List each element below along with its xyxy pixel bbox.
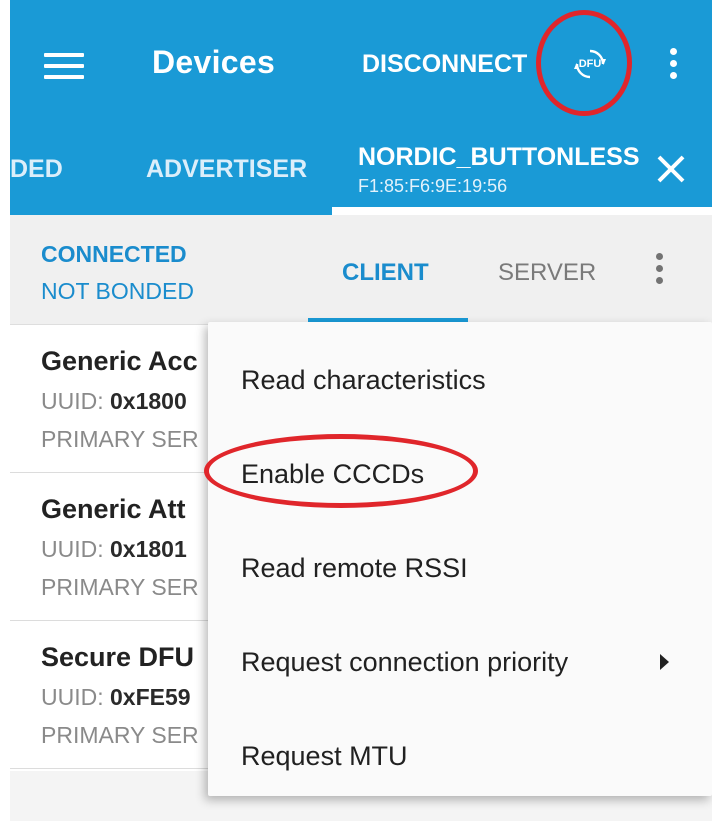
tab-device-name: NORDIC_BUTTONLESS [358, 143, 640, 171]
menu-item-request-connection-priority[interactable]: Request connection priority [208, 612, 712, 706]
tab-ded[interactable]: DED [10, 155, 63, 184]
menu-item-read-remote-rssi[interactable]: Read remote RSSI [208, 518, 712, 612]
menu-item-label: Request MTU [241, 741, 408, 771]
menu-icon[interactable] [44, 50, 84, 80]
service-name: Secure DFU [41, 642, 195, 672]
page-title: Devices [152, 44, 276, 80]
menu-icon-line [44, 53, 84, 57]
menu-icon-line [44, 75, 84, 79]
close-tab-icon[interactable] [654, 152, 688, 186]
service-type: PRIMARY SER [41, 722, 199, 748]
app-bar: Devices DISCONNECT DFU DED ADVERTISER NO… [10, 0, 712, 215]
more-options-icon[interactable] [669, 48, 679, 84]
connection-bar: CONNECTED NOT BONDED CLIENT SERVER [10, 215, 712, 325]
tab-device-address: F1:85:F6:9E:19:56 [358, 176, 508, 196]
menu-icon-line [44, 64, 84, 68]
menu-item-label: Read remote RSSI [241, 553, 468, 583]
uuid-value: 0x1801 [110, 536, 187, 562]
service-uuid: UUID: 0x1800 [41, 388, 187, 415]
dfu-button[interactable]: DFU [558, 33, 622, 97]
menu-item-label: Enable CCCDs [241, 459, 425, 489]
list-item[interactable]: Generic Att UUID: 0x1801 PRIMARY SER [10, 474, 209, 621]
tab-server[interactable]: SERVER [498, 259, 596, 287]
menu-item-label: Request connection priority [241, 647, 569, 677]
options-menu: Read characteristics Enable CCCDs Read r… [208, 322, 712, 796]
service-type: PRIMARY SER [41, 426, 199, 452]
tab-advertiser[interactable]: ADVERTISER [146, 155, 307, 184]
uuid-label: UUID: [41, 684, 104, 710]
dfu-icon: DFU [573, 47, 607, 81]
service-name: Generic Acc [41, 346, 198, 376]
uuid-label: UUID: [41, 536, 104, 562]
uuid-value: 0x1800 [110, 388, 187, 414]
list-item[interactable]: Secure DFU UUID: 0xFE59 PRIMARY SER [10, 622, 209, 769]
menu-item-request-mtu[interactable]: Request MTU [208, 706, 712, 800]
service-list: Generic Acc UUID: 0x1800 PRIMARY SER Gen… [10, 326, 210, 771]
uuid-value: 0xFE59 [110, 684, 191, 710]
list-item[interactable]: Generic Acc UUID: 0x1800 PRIMARY SER [10, 326, 209, 473]
menu-item-read-characteristics[interactable]: Read characteristics [208, 330, 712, 424]
toolbar: Devices DISCONNECT DFU [10, 0, 712, 135]
uuid-label: UUID: [41, 388, 104, 414]
tab-nordic-buttonless[interactable]: NORDIC_BUTTONLESS F1:85:F6:9E:19:56 [358, 143, 640, 197]
bond-status: NOT BONDED [41, 278, 194, 304]
connection-status: CONNECTED [41, 241, 187, 267]
service-type: PRIMARY SER [41, 574, 199, 600]
menu-item-label: Read characteristics [241, 365, 486, 395]
dfu-icon-label: DFU [578, 58, 602, 70]
service-uuid: UUID: 0xFE59 [41, 684, 191, 711]
service-uuid: UUID: 0x1801 [41, 536, 187, 563]
service-name: Generic Att [41, 494, 186, 524]
disconnect-button[interactable]: DISCONNECT [362, 50, 527, 79]
submenu-arrow-icon [660, 654, 669, 670]
client-options-icon[interactable] [655, 253, 665, 289]
tab-client[interactable]: CLIENT [342, 259, 429, 287]
menu-item-enable-cccds[interactable]: Enable CCCDs [208, 424, 712, 518]
active-tab-indicator [332, 207, 712, 215]
device-tabs: DED ADVERTISER NORDIC_BUTTONLESS F1:85:F… [10, 135, 712, 215]
